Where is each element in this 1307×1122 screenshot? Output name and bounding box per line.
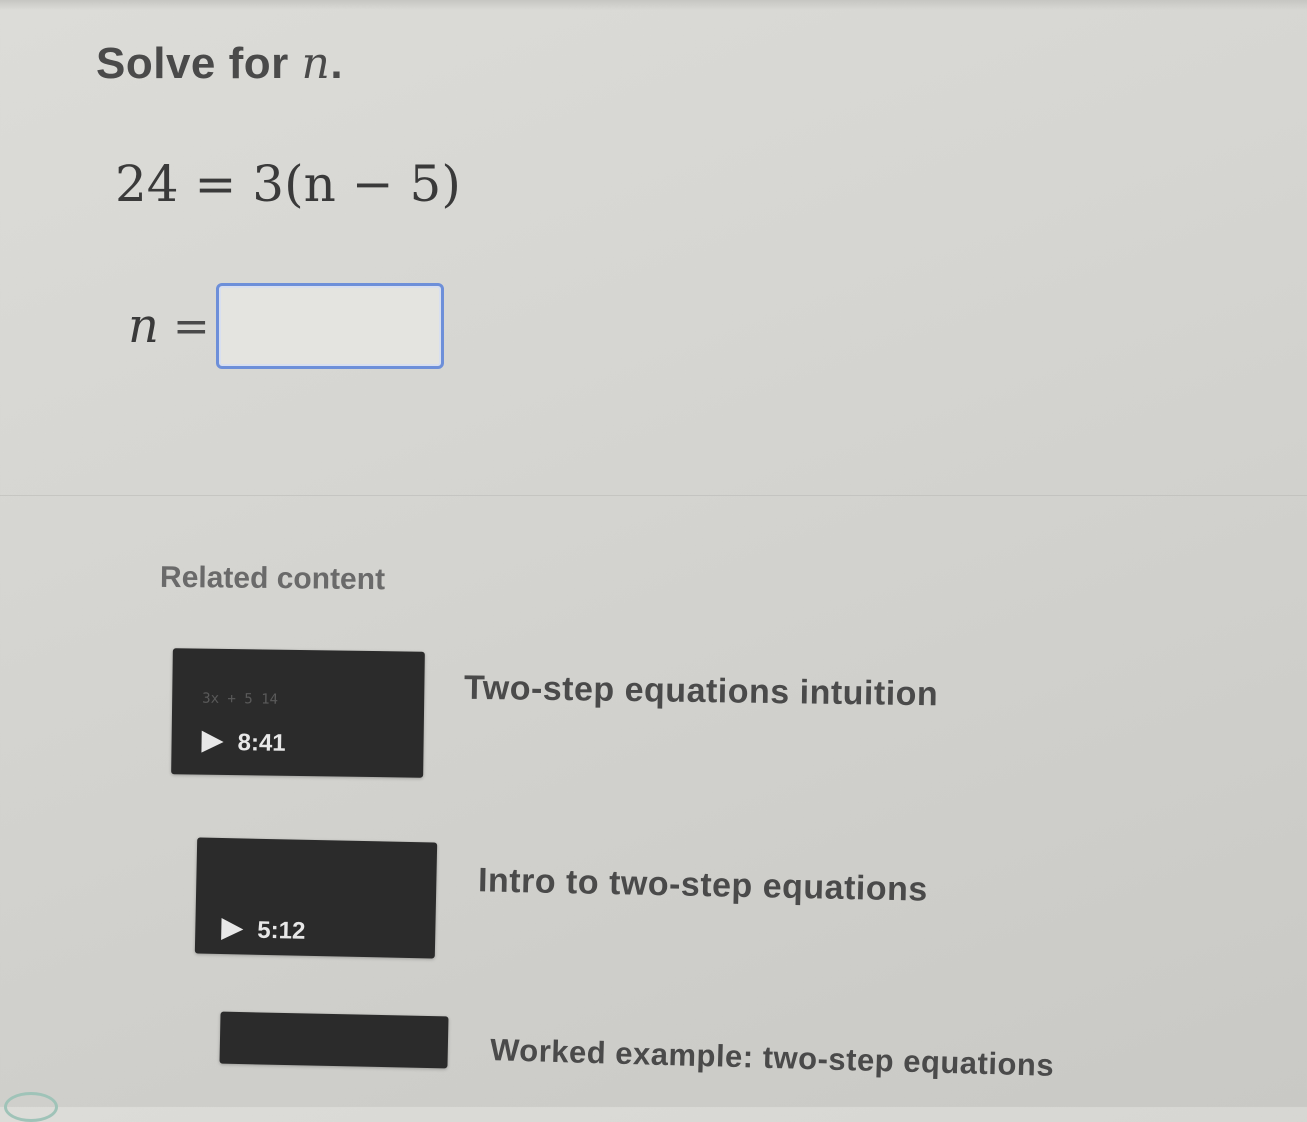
video-thumbnail[interactable]: 3x + 5 14 8:41 [171, 648, 425, 778]
question-prompt: Solve for n. [96, 38, 343, 89]
corner-logo-icon [4, 1092, 58, 1122]
related-item-title[interactable]: Two-step equations intuition [464, 669, 939, 715]
play-icon [201, 730, 224, 753]
thumbnail-text: 3x + 5 14 [202, 690, 279, 708]
video-duration: 8:41 [237, 729, 286, 757]
prompt-variable: n [301, 38, 331, 89]
video-duration: 5:12 [257, 916, 306, 945]
answer-input[interactable] [215, 283, 444, 369]
video-thumbnail[interactable]: 5:12 [194, 837, 438, 959]
answer-row: n = [128, 280, 444, 372]
top-edge [0, 0, 1307, 10]
answer-equals: = [172, 300, 210, 352]
prompt-prefix: Solve for [96, 39, 302, 88]
exercise-page: Solve for n. 24 = 3(n − 5) n = Related c… [0, 0, 1307, 1122]
related-content-heading: Related content [159, 560, 386, 597]
related-item-title[interactable]: Worked example: two-step equations [490, 1032, 1055, 1084]
prompt-suffix: . [330, 39, 344, 88]
equation: 24 = 3(n − 5) [115, 155, 461, 213]
play-icon [221, 918, 244, 941]
answer-variable: n [128, 298, 159, 354]
video-thumbnail[interactable] [219, 1011, 449, 1069]
section-divider [0, 495, 1307, 496]
related-item-title[interactable]: Intro to two-step equations [478, 861, 929, 909]
